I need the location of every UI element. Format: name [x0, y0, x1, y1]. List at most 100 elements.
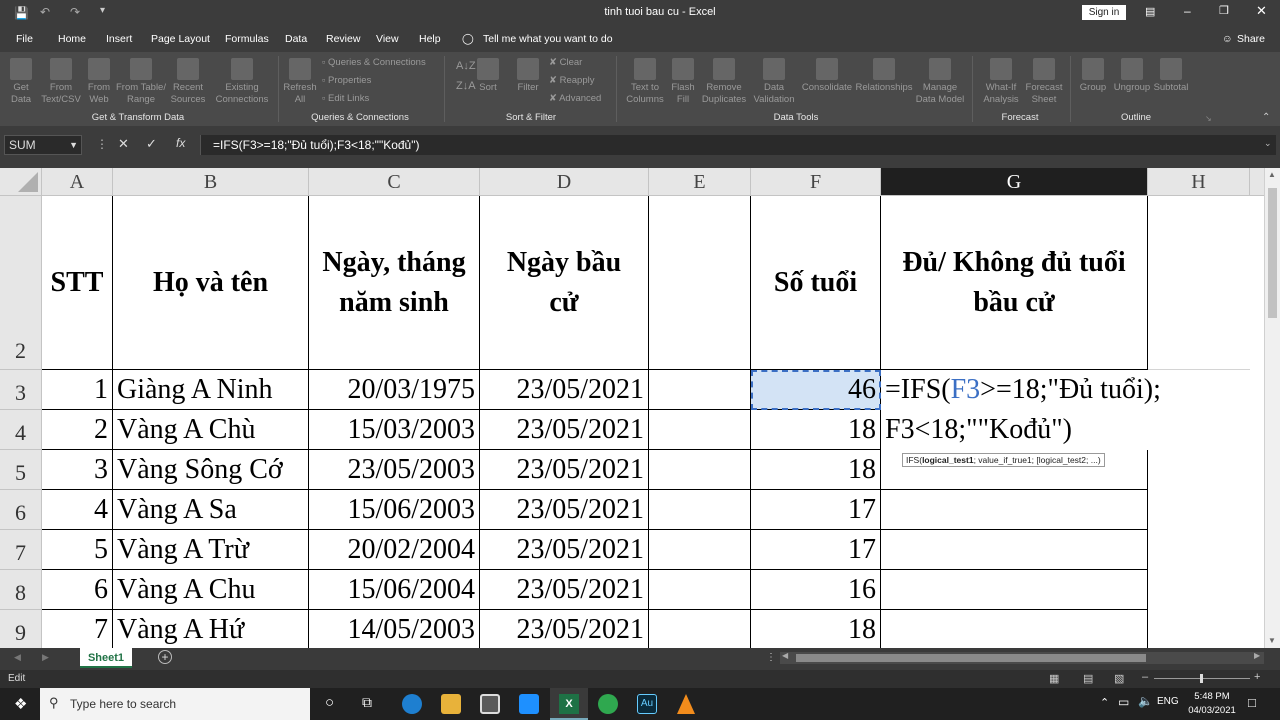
cell-stt[interactable]: 7 [42, 610, 113, 648]
tab-review[interactable]: Review [326, 33, 360, 45]
cell-edit-g3[interactable]: =IFS(F3>=18;"Đủ tuổi); F3<18;""Kođủ") [882, 370, 1252, 450]
remove-duplicates-button[interactable]: Remove Duplicates [700, 58, 748, 106]
column-header-c[interactable]: C [309, 168, 480, 196]
column-header-f[interactable]: F [751, 168, 881, 196]
cell-empty-e[interactable] [649, 370, 751, 410]
cell-name[interactable]: Vàng A Trừ [113, 530, 309, 570]
column-header-h[interactable]: H [1148, 168, 1250, 196]
page-layout-view-icon[interactable]: ▤ [1083, 672, 1093, 685]
excel-taskbar-button[interactable]: X [550, 688, 588, 720]
undo-icon[interactable]: ↶ [40, 5, 50, 19]
tab-data[interactable]: Data [285, 33, 307, 45]
forecast-sheet-button[interactable]: Forecast Sheet [1024, 58, 1064, 106]
scroll-left-icon[interactable]: ◀ [782, 651, 788, 660]
subtotal-button[interactable]: Subtotal [1152, 58, 1190, 94]
cell-age[interactable]: 17 [751, 530, 881, 570]
store-icon[interactable] [480, 694, 500, 714]
collapse-ribbon-icon[interactable]: ⌃ [1262, 112, 1270, 123]
tab-formulas[interactable]: Formulas [225, 33, 269, 45]
cell-empty-e[interactable] [649, 610, 751, 648]
filter-button[interactable]: Filter [513, 58, 543, 94]
scroll-down-icon[interactable]: ▼ [1268, 636, 1276, 645]
prev-sheet-icon[interactable]: ◀ [14, 652, 21, 663]
cell-name[interactable]: Vàng A Hứ [113, 610, 309, 648]
hscroll-thumb[interactable] [796, 654, 1146, 662]
row-header[interactable]: 3 [0, 370, 42, 410]
cell-stt[interactable]: 5 [42, 530, 113, 570]
horizontal-scrollbar[interactable]: ◀ ▶ [780, 651, 1264, 664]
queries-connections-button[interactable]: ▫ Queries & Connections [322, 57, 426, 68]
advanced-button[interactable]: ✘ Advanced [549, 93, 601, 104]
header-election-date[interactable]: Ngày bầu cử [480, 196, 649, 370]
cell-empty-e[interactable] [649, 570, 751, 610]
row-header[interactable]: 7 [0, 530, 42, 570]
function-tooltip[interactable]: IFS(logical_test1; value_if_true1; [logi… [902, 453, 1105, 467]
from-text-button[interactable]: From Text/CSV [40, 58, 82, 106]
ribbon-display-icon[interactable]: ▤ [1145, 5, 1155, 18]
cell-election-date[interactable]: 23/05/2021 [480, 450, 649, 490]
sort-button[interactable]: Sort [474, 58, 502, 94]
tab-file[interactable]: File [16, 33, 33, 45]
existing-connections-button[interactable]: Existing Connections [212, 58, 272, 106]
audition-icon[interactable]: Au [637, 694, 657, 714]
cell-eligibility[interactable] [881, 490, 1148, 530]
sheet-tab-sheet1[interactable]: Sheet1 [80, 648, 132, 668]
tell-me-search[interactable]: Tell me what you want to do [483, 33, 613, 45]
text-to-columns-button[interactable]: Text to Columns [622, 58, 668, 106]
edit-links-button[interactable]: ▫ Edit Links [322, 93, 369, 104]
cell-dob[interactable]: 23/05/2003 [309, 450, 480, 490]
cell-election-date[interactable]: 23/05/2021 [480, 530, 649, 570]
cell-eligibility[interactable] [881, 610, 1148, 648]
cell-dob[interactable]: 14/05/2003 [309, 610, 480, 648]
cell-election-date[interactable]: 23/05/2021 [480, 410, 649, 450]
scroll-up-icon[interactable]: ▲ [1268, 170, 1276, 179]
zoom-out-icon[interactable]: – [1142, 671, 1148, 683]
cell-age[interactable]: 18 [751, 450, 881, 490]
save-icon[interactable]: 💾 [14, 6, 29, 20]
insert-function-button[interactable]: fx [176, 136, 185, 150]
sort-az-icon[interactable]: A↓Z [456, 60, 476, 72]
header-name[interactable]: Họ và tên [113, 196, 309, 370]
column-header-e[interactable]: E [649, 168, 751, 196]
redo-icon[interactable]: ↷ [70, 5, 80, 19]
page-break-view-icon[interactable]: ▧ [1114, 672, 1124, 685]
volume-icon[interactable]: 🔈 [1138, 694, 1153, 708]
cell-h2[interactable] [1148, 196, 1250, 370]
network-icon[interactable]: ▭ [1118, 695, 1129, 709]
cancel-icon[interactable]: ✕ [118, 136, 129, 152]
properties-button[interactable]: ▫ Properties [322, 75, 371, 86]
enter-icon[interactable]: ✓ [146, 136, 157, 152]
restore-icon[interactable]: ❐ [1219, 4, 1229, 17]
column-header-a[interactable]: A [42, 168, 113, 196]
next-sheet-icon[interactable]: ▶ [42, 652, 49, 663]
cell-age[interactable]: 16 [751, 570, 881, 610]
header-empty-e[interactable] [649, 196, 751, 370]
column-header-g[interactable]: G [881, 168, 1148, 196]
edge-icon[interactable] [402, 694, 422, 714]
formula-input[interactable]: =IFS(F3>=18;"Đủ tuổi);F3<18;""Kođủ") [200, 135, 1276, 155]
cortana-icon[interactable]: ○ [325, 694, 334, 711]
cell-stt[interactable]: 2 [42, 410, 113, 450]
row-header[interactable]: 4 [0, 410, 42, 450]
tab-page-layout[interactable]: Page Layout [151, 33, 210, 45]
taskbar-search-box[interactable]: ⚲ Type here to search [40, 688, 310, 720]
column-header-d[interactable]: D [480, 168, 649, 196]
dialog-launcher-icon[interactable]: ↘ [1205, 114, 1212, 123]
zoom-slider-thumb[interactable] [1200, 674, 1203, 683]
row-header[interactable]: 2 [0, 196, 42, 370]
cell-election-date[interactable]: 23/05/2021 [480, 490, 649, 530]
chevron-down-icon[interactable]: ▼ [69, 136, 78, 154]
zoom-in-icon[interactable]: + [1254, 671, 1260, 683]
scroll-thumb[interactable] [1268, 188, 1277, 318]
customize-toolbar-icon[interactable]: ▾ [100, 5, 105, 16]
cell-stt[interactable]: 6 [42, 570, 113, 610]
normal-view-icon[interactable]: ▦ [1049, 672, 1059, 685]
column-header-b[interactable]: B [113, 168, 309, 196]
from-table-button[interactable]: From Table/ Range [115, 58, 167, 106]
cell-dob[interactable]: 15/06/2004 [309, 570, 480, 610]
windows-start-icon[interactable]: ❖ [14, 695, 27, 713]
cell-age[interactable]: 18 [751, 610, 881, 648]
clock-time[interactable]: 5:48 PM [1188, 691, 1236, 702]
flash-fill-button[interactable]: Flash Fill [670, 58, 696, 106]
sort-za-icon[interactable]: Z↓A [456, 80, 476, 92]
